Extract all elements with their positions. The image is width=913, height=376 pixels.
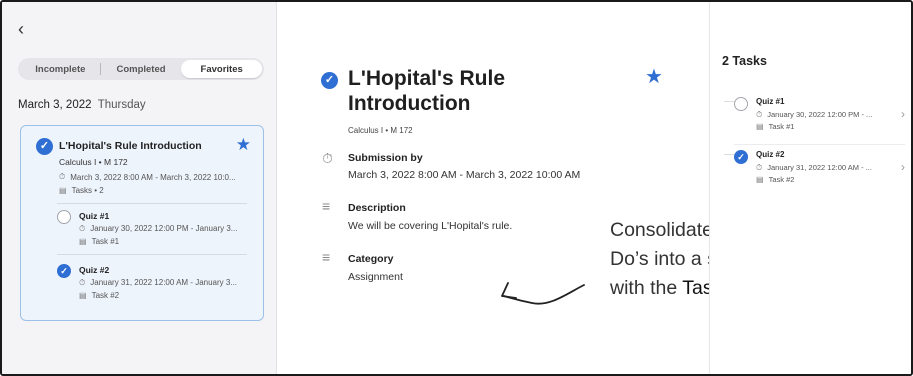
unchecked-circle-icon[interactable] — [734, 97, 748, 111]
category-label: Category — [348, 253, 394, 265]
submission-value: March 3, 2022 8:00 AM - March 3, 2022 10… — [348, 169, 581, 181]
subtask-task: Task #2 — [91, 291, 120, 300]
filter-segmented-control: Incomplete Completed Favorites — [18, 58, 264, 80]
annotation-text: with the — [610, 277, 683, 299]
task-detail-pane: ✓ L'Hopital's Rule Introduction ★ Calcul… — [278, 2, 708, 374]
task-task: Task #2 — [768, 175, 795, 184]
chevron-left-icon: ‹ — [18, 19, 24, 39]
detail-course: Calculus I • M 172 — [348, 126, 413, 135]
divider — [734, 144, 905, 145]
check-icon[interactable]: ✓ — [321, 72, 338, 89]
subtask-time: January 30, 2022 12:00 PM - January 3... — [90, 224, 238, 233]
tasks-heading: 2 Tasks — [722, 54, 767, 68]
clipboard-icon: ▤ — [756, 175, 764, 184]
divider — [57, 254, 247, 255]
category-icon: ≡ — [322, 249, 331, 265]
selected-task-card[interactable]: ✓ L'Hopital's Rule Introduction ★ Calcul… — [20, 125, 264, 321]
clipboard-icon: ▤ — [756, 122, 764, 131]
star-icon[interactable]: ★ — [645, 64, 663, 89]
clock-icon: ⏱ — [79, 278, 86, 287]
check-icon[interactable]: ✓ — [36, 138, 53, 155]
date-header: March 3, 2022 Thursday — [18, 99, 146, 111]
subtask-title: Quiz #1 — [79, 211, 110, 221]
task-time-row: ⏱ January 31, 2022 12:00 AM - ... — [756, 163, 872, 173]
clipboard-icon: ▤ — [79, 291, 87, 300]
subtask-task-row: ▤ Task #1 — [79, 237, 119, 246]
task-task-row: ▤ Task #1 — [756, 122, 794, 131]
chevron-right-icon[interactable]: › — [901, 160, 905, 174]
description-label: Description — [348, 202, 406, 214]
detail-title: L'Hopital's Rule Introduction — [348, 67, 505, 115]
category-value: Assignment — [348, 271, 403, 283]
tab-incomplete[interactable]: Incomplete — [20, 60, 101, 78]
tab-completed[interactable]: Completed — [101, 60, 182, 78]
task-item[interactable]: Quiz #1 ⏱ January 30, 2022 12:00 PM - ..… — [734, 97, 905, 141]
unchecked-circle-icon[interactable] — [57, 210, 71, 224]
app-window: ‹ Incomplete Completed Favorites March 3… — [0, 0, 913, 376]
date-label: March 3, 2022 — [18, 99, 92, 111]
task-title: Quiz #1 — [756, 97, 785, 106]
tasks-panel: 2 Tasks Quiz #1 ⏱ January 30, 2022 12:00… — [709, 2, 911, 374]
description-value: We will be covering L'Hopital's rule. — [348, 220, 513, 232]
subtask-item[interactable]: ✓ Quiz #2 ⏱ January 31, 2022 12:00 AM - … — [57, 264, 251, 304]
task-time: January 30, 2022 12:00 PM - ... — [767, 110, 873, 119]
task-item[interactable]: ✓ Quiz #2 ⏱ January 31, 2022 12:00 AM - … — [734, 150, 905, 194]
connector-line — [724, 154, 734, 155]
description-icon: ≡ — [322, 198, 331, 214]
chevron-right-icon[interactable]: › — [901, 107, 905, 121]
task-title: Quiz #2 — [756, 150, 785, 159]
clock-icon: ⏱ — [79, 224, 86, 233]
card-tasks-row: ▤ Tasks • 2 — [59, 186, 104, 195]
task-task-row: ▤ Task #2 — [756, 175, 794, 184]
card-course: Calculus I • M 172 — [59, 157, 128, 167]
divider — [57, 203, 247, 204]
star-icon[interactable]: ★ — [236, 135, 251, 155]
clock-icon: ⏱ — [59, 172, 66, 181]
check-icon[interactable]: ✓ — [734, 150, 748, 164]
subtask-task: Task #1 — [91, 237, 120, 246]
submission-label: Submission by — [348, 152, 423, 164]
stopwatch-icon: ⏱ — [322, 150, 333, 166]
subtask-task-row: ▤ Task #2 — [79, 291, 119, 300]
clipboard-icon: ▤ — [79, 237, 87, 246]
back-button[interactable]: ‹ — [18, 18, 38, 40]
connector-line — [724, 101, 734, 102]
task-task: Task #1 — [768, 122, 795, 131]
check-icon[interactable]: ✓ — [57, 264, 71, 278]
subtask-time-row: ⏱ January 30, 2022 12:00 PM - January 3.… — [79, 224, 237, 234]
clock-icon: ⏱ — [756, 110, 763, 119]
curved-arrow-icon — [501, 282, 585, 305]
card-tasks-count: Tasks • 2 — [71, 186, 104, 195]
clipboard-icon: ▤ — [59, 186, 67, 195]
subtask-title: Quiz #2 — [79, 265, 110, 275]
subtask-item[interactable]: Quiz #1 ⏱ January 30, 2022 12:00 PM - Ja… — [57, 210, 251, 250]
subtask-time-row: ⏱ January 31, 2022 12:00 AM - January 3.… — [79, 278, 237, 288]
card-time-row: ⏱ March 3, 2022 8:00 AM - March 3, 2022 … — [59, 172, 236, 182]
weekday-label: Thursday — [97, 99, 146, 111]
clock-icon: ⏱ — [756, 163, 763, 172]
subtask-time: January 31, 2022 12:00 AM - January 3... — [90, 278, 238, 287]
task-time: January 31, 2022 12:00 AM - ... — [767, 163, 872, 172]
task-list-pane: ‹ Incomplete Completed Favorites March 3… — [2, 2, 277, 374]
task-time-row: ⏱ January 30, 2022 12:00 PM - ... — [756, 110, 872, 120]
card-time: March 3, 2022 8:00 AM - March 3, 2022 10… — [70, 172, 236, 182]
card-title: L'Hopital's Rule Introduction — [59, 140, 202, 152]
tab-favorites[interactable]: Favorites — [181, 60, 263, 78]
